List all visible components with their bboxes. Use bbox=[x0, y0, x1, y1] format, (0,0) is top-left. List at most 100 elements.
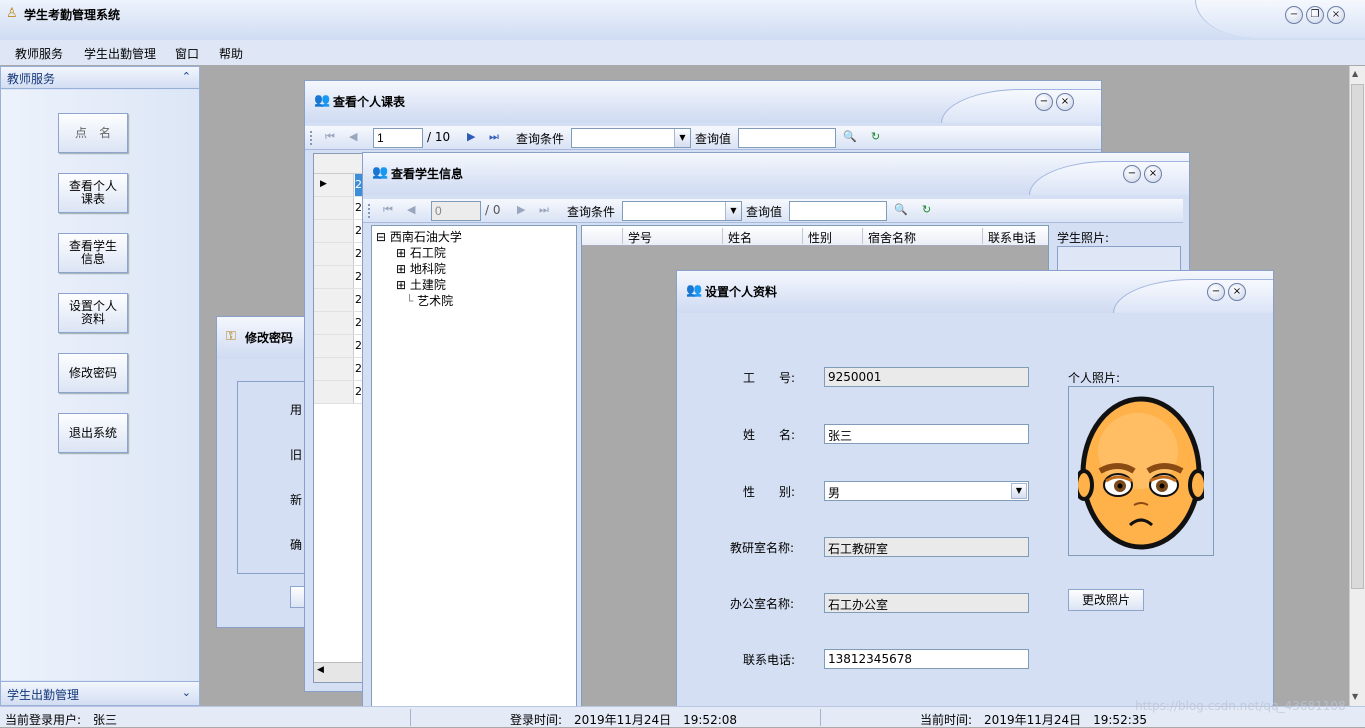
table-row[interactable]: 2 bbox=[314, 289, 362, 312]
refresh-icon[interactable]: ↻ bbox=[922, 203, 931, 216]
profile-close-button[interactable]: × bbox=[1228, 283, 1246, 301]
close-button[interactable]: × bbox=[1327, 6, 1345, 24]
exit-system-button[interactable]: 退出系统 bbox=[58, 413, 128, 453]
search-icon[interactable]: 🔍 bbox=[843, 130, 857, 143]
table-row[interactable]: 2 bbox=[314, 197, 362, 220]
first-page-icon[interactable]: ⏮ bbox=[383, 203, 393, 217]
sidebar-header[interactable]: 教师服务 ⌃ bbox=[1, 67, 199, 89]
row-header[interactable] bbox=[314, 220, 354, 242]
schedule-close-button[interactable]: × bbox=[1056, 93, 1074, 111]
table-row[interactable]: 2 bbox=[314, 335, 362, 358]
vertical-scrollbar[interactable]: ▲ ▼ bbox=[1349, 66, 1365, 706]
next-page-icon[interactable]: ▶ bbox=[517, 203, 525, 216]
row-header[interactable] bbox=[314, 243, 354, 265]
scrollbar-thumb[interactable] bbox=[1351, 84, 1364, 589]
scroll-left-icon[interactable]: ◀ bbox=[317, 665, 324, 675]
tree-node[interactable]: ⊞ 石工院 bbox=[396, 244, 446, 261]
table-cell[interactable]: 2 bbox=[355, 335, 362, 357]
prev-page-icon[interactable]: ◀ bbox=[407, 203, 415, 216]
col-gender[interactable]: 性别 bbox=[808, 229, 832, 246]
next-page-icon[interactable]: ▶ bbox=[467, 130, 475, 143]
prev-page-icon[interactable]: ◀ bbox=[349, 130, 357, 143]
col-student-id[interactable]: 学号 bbox=[628, 229, 652, 246]
table-cell[interactable]: 2 bbox=[355, 266, 362, 288]
restore-button[interactable]: ❐ bbox=[1306, 6, 1324, 24]
name-field[interactable]: 张三 bbox=[824, 424, 1029, 444]
last-page-icon[interactable]: ⏭ bbox=[489, 130, 499, 144]
phone-field[interactable]: 13812345678 bbox=[824, 649, 1029, 669]
row-header[interactable] bbox=[314, 335, 354, 357]
query-condition-select[interactable]: ▼ bbox=[622, 201, 742, 221]
col-dorm[interactable]: 宿舍名称 bbox=[868, 229, 916, 246]
scroll-down-icon[interactable]: ▼ bbox=[1352, 692, 1358, 701]
table-cell[interactable]: 2 bbox=[355, 289, 362, 311]
tree-node[interactable]: ⊞ 地科院 bbox=[396, 260, 446, 277]
dept-field[interactable]: 石工教研室 bbox=[824, 537, 1029, 557]
row-header[interactable] bbox=[314, 312, 354, 334]
menu-help[interactable]: 帮助 bbox=[219, 45, 243, 62]
tree-node[interactable]: ⊞ 土建院 bbox=[396, 276, 446, 293]
collapse-icon[interactable]: ⊟ bbox=[376, 230, 386, 244]
expand-icon[interactable]: ⊞ bbox=[396, 246, 406, 260]
table-row[interactable]: 2 bbox=[314, 266, 362, 289]
horizontal-scrollbar[interactable]: ◀ bbox=[314, 662, 362, 682]
roll-call-button[interactable]: 点 名 bbox=[58, 113, 128, 153]
schedule-minimize-button[interactable]: − bbox=[1035, 93, 1053, 111]
query-value-input[interactable] bbox=[789, 201, 887, 221]
page-number-input[interactable] bbox=[431, 201, 481, 221]
row-header[interactable] bbox=[314, 289, 354, 311]
row-header[interactable] bbox=[314, 266, 354, 288]
refresh-icon[interactable]: ↻ bbox=[871, 130, 880, 143]
row-header[interactable]: ▶ bbox=[314, 174, 354, 196]
change-password-button[interactable]: 修改密码 bbox=[58, 353, 128, 393]
table-cell[interactable]: 2 bbox=[355, 358, 362, 380]
table-cell[interactable]: 2 bbox=[355, 197, 362, 219]
table-cell[interactable]: 2 bbox=[355, 174, 362, 196]
student-close-button[interactable]: × bbox=[1144, 165, 1162, 183]
menu-teacher-service[interactable]: 教师服务 bbox=[15, 45, 63, 62]
dropdown-arrow-icon[interactable]: ▼ bbox=[725, 202, 741, 220]
sidebar-footer[interactable]: 学生出勤管理 ⌄ bbox=[1, 681, 199, 705]
tree-node[interactable]: └ 艺术院 bbox=[406, 292, 453, 309]
table-cell[interactable]: 2 bbox=[355, 381, 362, 403]
first-page-icon[interactable]: ⏮ bbox=[325, 130, 335, 144]
change-photo-button[interactable]: 更改照片 bbox=[1068, 589, 1144, 611]
table-row[interactable]: 2 bbox=[314, 381, 362, 404]
table-cell[interactable]: 2 bbox=[355, 220, 362, 242]
query-value-input[interactable] bbox=[738, 128, 836, 148]
profile-minimize-button[interactable]: − bbox=[1207, 283, 1225, 301]
id-field[interactable]: 9250001 bbox=[824, 367, 1029, 387]
profile-settings-button[interactable]: 设置个人 资料 bbox=[58, 293, 128, 333]
expand-icon[interactable]: ⊞ bbox=[396, 262, 406, 276]
expand-icon[interactable]: ⊞ bbox=[396, 278, 406, 292]
row-header[interactable] bbox=[314, 358, 354, 380]
last-page-icon[interactable]: ⏭ bbox=[539, 203, 549, 217]
menu-attendance[interactable]: 学生出勤管理 bbox=[84, 45, 156, 62]
col-name[interactable]: 姓名 bbox=[728, 229, 752, 246]
dropdown-arrow-icon[interactable]: ▼ bbox=[1011, 483, 1027, 499]
tree-node-root[interactable]: ⊟ 西南石油大学 bbox=[376, 228, 462, 245]
table-row[interactable]: 2 bbox=[314, 220, 362, 243]
row-header[interactable] bbox=[314, 197, 354, 219]
table-cell[interactable]: 2 bbox=[355, 243, 362, 265]
view-students-button[interactable]: 查看学生 信息 bbox=[58, 233, 128, 273]
table-row[interactable]: 2 bbox=[314, 312, 362, 335]
view-schedule-button[interactable]: 查看个人 课表 bbox=[58, 173, 128, 213]
table-row[interactable]: 2 bbox=[314, 243, 362, 266]
page-number-input[interactable] bbox=[373, 128, 423, 148]
table-row[interactable]: 2 bbox=[314, 358, 362, 381]
query-condition-select[interactable]: ▼ bbox=[571, 128, 691, 148]
expand-down-icon[interactable]: ⌄ bbox=[182, 686, 191, 699]
student-minimize-button[interactable]: − bbox=[1123, 165, 1141, 183]
search-icon[interactable]: 🔍 bbox=[894, 203, 908, 216]
gender-select[interactable]: 男 ▼ bbox=[824, 481, 1029, 501]
table-cell[interactable]: 2 bbox=[355, 312, 362, 334]
menu-window[interactable]: 窗口 bbox=[175, 45, 199, 62]
table-row[interactable]: ▶ 2 bbox=[314, 174, 362, 197]
office-field[interactable]: 石工办公室 bbox=[824, 593, 1029, 613]
col-phone[interactable]: 联系电话 bbox=[988, 229, 1036, 246]
row-header[interactable] bbox=[314, 381, 354, 403]
scroll-up-icon[interactable]: ▲ bbox=[1352, 69, 1358, 78]
collapse-up-icon[interactable]: ⌃ bbox=[182, 70, 191, 83]
dropdown-arrow-icon[interactable]: ▼ bbox=[674, 129, 690, 147]
